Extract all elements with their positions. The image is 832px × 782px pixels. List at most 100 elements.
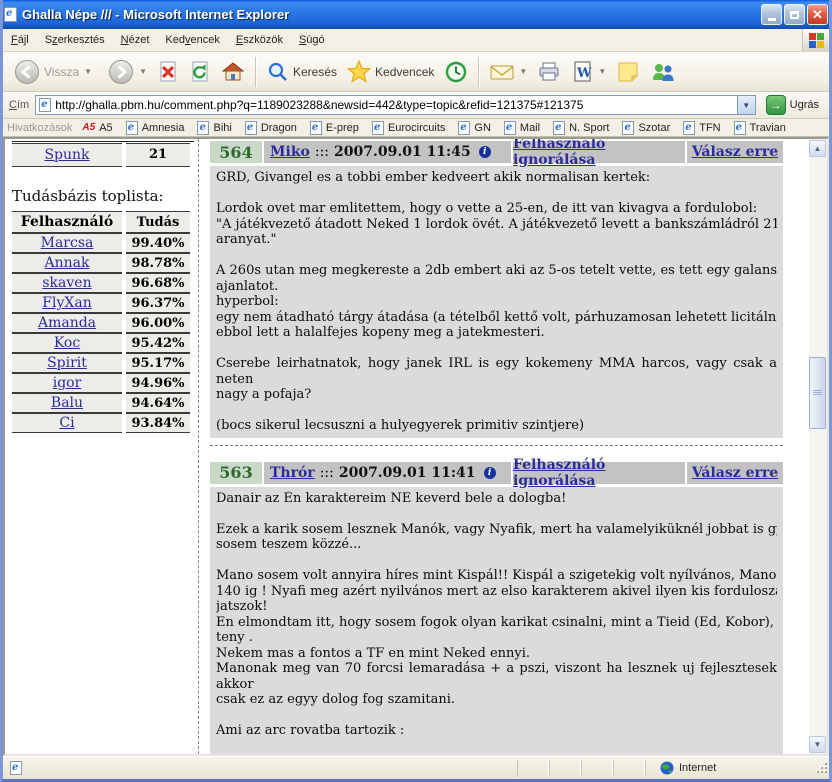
- post-paragraph: teny .: [216, 630, 777, 646]
- ie-page-icon: e: [372, 121, 384, 135]
- forward-button[interactable]: ▼: [103, 56, 152, 88]
- toplist-user-link[interactable]: Annak: [45, 255, 90, 271]
- notes-button[interactable]: [611, 57, 645, 87]
- linksbar-item-bihi[interactable]: eBihi: [197, 121, 231, 135]
- post-564: 564 Miko ::: 2007.09.01 11:45 i Felhaszn…: [210, 141, 783, 438]
- go-button[interactable]: → Ugrás: [762, 94, 823, 116]
- post-author-link[interactable]: Miko: [270, 144, 310, 160]
- post-author-link[interactable]: Thrór: [270, 465, 315, 481]
- toplist-row: FlyXan96.37%: [12, 293, 190, 313]
- toplist-user-cell: Annak: [12, 253, 122, 273]
- linksbar-item-eurocircuits[interactable]: eEurocircuits: [372, 121, 445, 135]
- linksbar-item-a5[interactable]: A5A5: [82, 122, 112, 134]
- print-button[interactable]: [532, 58, 566, 86]
- resize-grip[interactable]: [815, 761, 829, 775]
- post-paragraph: Manonak meg van 70 forcsi lemaradása + a…: [216, 661, 777, 692]
- linksbar-item-tfn[interactable]: eTFN: [683, 121, 720, 135]
- toplist-row: Amanda96.00%: [12, 313, 190, 333]
- ie-page-icon: e: [504, 121, 516, 135]
- post-paragraph: egy nem átadható tárgy átadása (a tételb…: [216, 310, 777, 326]
- history-button[interactable]: [439, 57, 473, 87]
- scroll-up-button[interactable]: ▲: [809, 140, 826, 157]
- address-dropdown-button[interactable]: ▼: [737, 96, 755, 114]
- refresh-button[interactable]: [184, 57, 216, 87]
- forward-dropdown-icon[interactable]: ▼: [139, 67, 147, 76]
- toplist-user-link[interactable]: Koc: [54, 335, 80, 351]
- ignore-user-cell: Felhasználó ignorálása: [513, 141, 685, 163]
- favorites-button[interactable]: Kedvencek: [342, 57, 439, 87]
- post-paragraph: [216, 506, 777, 522]
- status-left-pane: e: [3, 761, 517, 775]
- vertical-scrollbar[interactable]: ▲ ▼: [809, 139, 827, 754]
- back-dropdown-icon[interactable]: ▼: [84, 67, 92, 76]
- post-number: 564: [210, 141, 262, 163]
- ignore-user-link[interactable]: Felhasználó ignorálása: [513, 137, 685, 168]
- post-paragraph: GRD, Givangel es a tobbi ember kedveert …: [216, 170, 777, 186]
- linksbar-item-travian[interactable]: eTravian: [734, 121, 786, 135]
- toplist-score: 95.17%: [126, 353, 190, 373]
- menu-item-2[interactable]: Nézet: [113, 31, 158, 49]
- mail-button[interactable]: ▼: [485, 59, 532, 85]
- back-icon: [14, 59, 40, 85]
- link-label: Bihi: [213, 122, 231, 134]
- info-icon[interactable]: i: [484, 467, 496, 479]
- linksbar-item-gn[interactable]: eGN: [458, 121, 491, 135]
- go-label: Ugrás: [790, 99, 819, 111]
- maximize-icon: [790, 11, 799, 19]
- close-button[interactable]: ✕: [807, 4, 828, 25]
- search-button[interactable]: Keresés: [262, 58, 342, 86]
- linksbar-item-dragon[interactable]: eDragon: [245, 121, 297, 135]
- linksbar-item-amnesia[interactable]: eAmnesia: [126, 121, 185, 135]
- notes-icon: [616, 60, 640, 84]
- toplist-user-link[interactable]: igor: [53, 375, 82, 391]
- linksbar-item-szotar[interactable]: eSzotar: [622, 121, 670, 135]
- url-text[interactable]: http://ghalla.pbm.hu/comment.php?q=11890…: [55, 98, 736, 112]
- linksbar-item-mail[interactable]: eMail: [504, 121, 540, 135]
- status-pane: [581, 760, 613, 777]
- mail-dropdown-icon[interactable]: ▼: [519, 67, 527, 76]
- home-button[interactable]: [216, 57, 250, 87]
- browser-viewport: Spunk 21 Tudásbázis toplista: Felhasznál…: [3, 137, 829, 756]
- ie-page-icon: e: [39, 98, 51, 112]
- edit-dropdown-icon[interactable]: ▼: [598, 67, 606, 76]
- cut-row-edge: [12, 139, 194, 142]
- toplist-user-link[interactable]: Balu: [51, 395, 83, 411]
- toplist-title: Tudásbázis toplista:: [12, 187, 196, 205]
- menu-item-1[interactable]: Szerkesztés: [37, 31, 113, 49]
- post-paragraph: [216, 708, 777, 724]
- back-button[interactable]: Vissza ▼: [9, 56, 97, 88]
- scroll-down-button[interactable]: ▼: [809, 736, 826, 753]
- toplist-user-cell: Marcsa: [12, 233, 122, 253]
- maximize-button[interactable]: [784, 4, 805, 25]
- reply-link[interactable]: Válasz erre: [692, 144, 778, 160]
- toplist-user-link[interactable]: Ci: [59, 415, 74, 431]
- address-field[interactable]: e http://ghalla.pbm.hu/comment.php?q=118…: [35, 95, 755, 115]
- linksbar-item-e-prep[interactable]: eE-prep: [310, 121, 359, 135]
- toplist-user-link[interactable]: Marcsa: [41, 235, 94, 251]
- stop-button[interactable]: [152, 57, 184, 87]
- toplist-user-link[interactable]: skaven: [42, 275, 91, 291]
- home-icon: [221, 60, 245, 84]
- messenger-button[interactable]: [645, 57, 681, 87]
- toplist-score: 94.96%: [126, 373, 190, 393]
- menu-item-5[interactable]: Súgó: [291, 31, 333, 49]
- link-label: Amnesia: [142, 122, 185, 134]
- edit-button[interactable]: W ▼: [566, 57, 611, 87]
- menu-item-3[interactable]: Kedvencek: [157, 31, 227, 49]
- info-icon[interactable]: i: [479, 146, 491, 158]
- stop-icon: [157, 60, 179, 84]
- security-zone-pane: Internet: [645, 760, 813, 777]
- ignore-user-link[interactable]: Felhasználó ignorálása: [513, 457, 685, 489]
- post-paragraph: nagy a pofaja?: [216, 387, 777, 403]
- menu-item-0[interactable]: Fájl: [3, 31, 37, 49]
- toplist-user-link[interactable]: FlyXan: [42, 295, 91, 311]
- toplist-user-link[interactable]: Amanda: [38, 315, 96, 331]
- scrollbar-thumb[interactable]: [809, 357, 826, 429]
- spunk-user-link[interactable]: Spunk: [44, 147, 89, 163]
- link-label: E-prep: [326, 122, 359, 134]
- linksbar-item-n-sport[interactable]: eN. Sport: [553, 121, 609, 135]
- minimize-button[interactable]: [761, 4, 782, 25]
- menu-item-4[interactable]: Eszközök: [228, 31, 291, 49]
- toplist-user-link[interactable]: Spirit: [47, 355, 87, 371]
- reply-link[interactable]: Válasz erre: [692, 465, 778, 481]
